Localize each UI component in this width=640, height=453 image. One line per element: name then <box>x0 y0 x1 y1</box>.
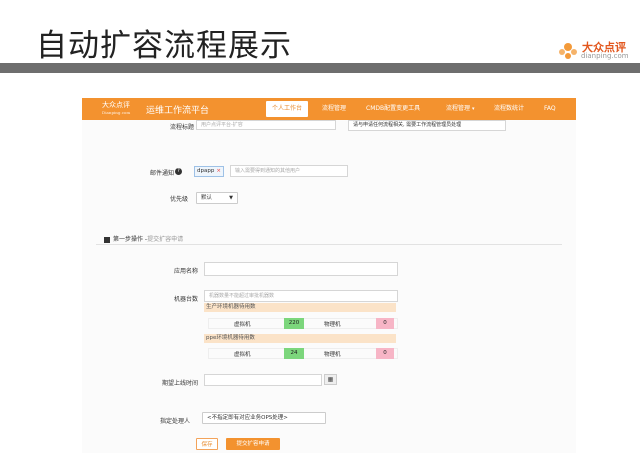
priority-value: 默认 <box>201 195 213 201</box>
vm-label: 虚拟机 <box>234 322 251 328</box>
priority-select[interactable]: 默认 ▼ <box>196 192 238 204</box>
title-bar <box>0 63 640 73</box>
app-name-input[interactable] <box>204 262 398 276</box>
brand-mark-icon <box>559 43 577 59</box>
nav-item-workspace[interactable]: 个人工作台 <box>266 101 309 117</box>
online-time-input[interactable] <box>204 374 322 386</box>
nav-item-process[interactable]: 流程管理 <box>322 98 346 120</box>
slide-title: 自动扩容流程展示 <box>36 28 292 64</box>
process-title-label: 流程标题 <box>169 124 194 131</box>
nav-item-process-menu-label: 流程管理 <box>446 105 471 112</box>
online-time-label: 期望上线时间 <box>161 380 198 387</box>
nav-item-faq[interactable]: FAQ <box>544 98 556 120</box>
email-tag[interactable]: dpapp × <box>194 166 224 177</box>
close-icon[interactable]: × <box>216 168 221 174</box>
app-logo-cn: 大众点评 <box>102 101 130 109</box>
ppe-pm-count: 0 <box>376 348 394 359</box>
prod-env-bar: 生产环境机器待用数 <box>204 303 396 312</box>
brand-en: dianping.com <box>581 52 629 60</box>
pm-label: 物理机 <box>324 322 341 328</box>
submit-button[interactable]: 提交扩容申请 <box>226 438 280 450</box>
email-label: 邮件通知 <box>149 170 174 177</box>
email-tag-text: dpapp <box>197 168 215 174</box>
nav-item-process-menu[interactable]: 流程管理 ▾ <box>446 98 475 120</box>
ppe-vm-count: 24 <box>284 348 304 359</box>
app-screenshot: 大众点评 Dianping.com 运维工作流平台 个人工作台 流程管理 CMD… <box>82 98 576 453</box>
app-logo[interactable]: 大众点评 Dianping.com <box>102 102 130 116</box>
process-title-input[interactable]: 用户点评平台-扩容 <box>196 120 336 130</box>
prod-vm-count: 220 <box>284 318 304 329</box>
top-nav: 大众点评 Dianping.com 运维工作流平台 个人工作台 流程管理 CMD… <box>82 98 576 120</box>
chevron-down-icon: ▼ <box>229 195 233 201</box>
pm-label: 物理机 <box>324 352 341 358</box>
nav-item-cmdb[interactable]: CMDB配置变更工具 <box>366 98 420 120</box>
email-input[interactable]: 输入需要得到通知的其他用户 <box>230 165 348 177</box>
app-title: 运维工作流平台 <box>146 106 210 116</box>
machine-count-input[interactable]: 机器数量不能超过审批机器数 <box>204 290 398 302</box>
app-name-label: 应用名称 <box>173 268 198 275</box>
section-subtitle: 提交扩容申请 <box>147 236 184 243</box>
prod-machine-row: 虚拟机 220 物理机 0 <box>208 318 398 329</box>
calendar-icon[interactable]: ▦ <box>324 374 337 385</box>
chevron-down-icon: ▾ <box>472 106 475 112</box>
handler-select[interactable]: <不指定即有对应业务OPS处理> <box>202 412 326 424</box>
section-title: 第一步操作 - <box>113 236 148 243</box>
section-header: 第一步操作 -提交扩容申请 <box>104 234 183 243</box>
section-square-icon <box>104 236 110 243</box>
section-divider <box>96 244 562 245</box>
priority-label: 优先级 <box>169 196 188 203</box>
save-button[interactable]: 保存 <box>196 438 218 450</box>
app-logo-en: Dianping.com <box>102 110 131 115</box>
ppe-machine-row: 虚拟机 24 物理机 0 <box>208 348 398 359</box>
ppe-env-bar: ppe环境机器待用数 <box>204 334 396 343</box>
nav-item-stats[interactable]: 流程数统计 <box>494 98 524 120</box>
machine-count-label: 机器台数 <box>173 296 198 303</box>
vm-label: 虚拟机 <box>234 352 251 358</box>
brand-logo: 大众点评 dianping.com <box>556 38 640 62</box>
process-title-hint: 请与申请任何流程相关, 需要工作流程管理员处理 <box>348 120 506 131</box>
prod-pm-count: 0 <box>376 318 394 329</box>
handler-label: 指定处理人 <box>159 418 190 425</box>
help-icon[interactable]: ? <box>175 168 182 175</box>
